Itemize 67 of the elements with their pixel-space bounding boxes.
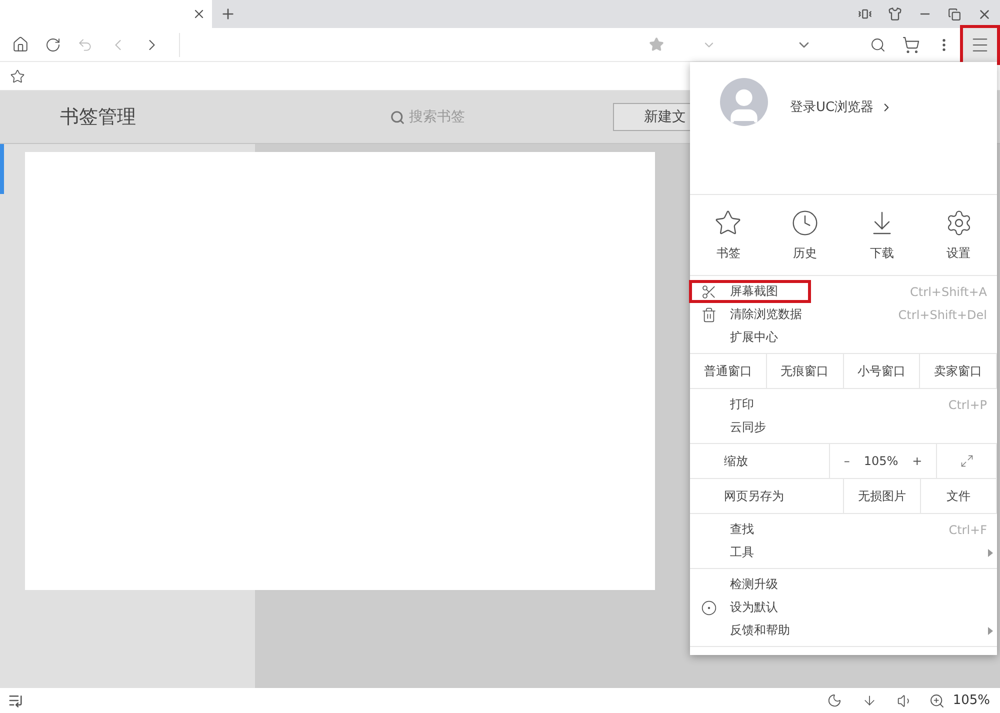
save-as-label: 网页另存为 bbox=[690, 479, 844, 513]
window-button[interactable]: 无痕窗口 bbox=[766, 354, 844, 388]
scissors-icon bbox=[701, 284, 717, 300]
quick-button[interactable]: 书签 bbox=[690, 195, 767, 275]
search-field[interactable]: 搜索书签 bbox=[409, 109, 589, 125]
menu-item-label: 设为默认 bbox=[729, 599, 779, 616]
menu-item-label: 扩展中心 bbox=[729, 329, 779, 346]
save-option-button[interactable]: 文件 bbox=[921, 479, 997, 513]
menu-button[interactable] bbox=[960, 24, 1000, 64]
menu-item-label: 云同步 bbox=[729, 419, 767, 436]
vibrate-icon[interactable] bbox=[858, 7, 872, 21]
cart-icon[interactable] bbox=[902, 36, 920, 54]
close-icon[interactable] bbox=[192, 7, 206, 21]
save-option-button[interactable]: 无损图片 bbox=[844, 479, 921, 513]
sidebar-toggle-icon[interactable] bbox=[8, 693, 23, 708]
quick-button[interactable]: 下载 bbox=[844, 195, 920, 275]
menu-item-label: 反馈和帮助 bbox=[729, 622, 791, 639]
shortcut-text: Ctrl+F bbox=[948, 522, 987, 536]
window-button[interactable]: 卖家窗口 bbox=[920, 354, 997, 388]
window-button[interactable]: 小号窗口 bbox=[844, 354, 920, 388]
menu-item[interactable]: 设为默认 bbox=[690, 596, 997, 619]
quick-button[interactable]: 历史 bbox=[766, 195, 844, 275]
new-tab-icon[interactable] bbox=[220, 6, 236, 22]
clock-icon bbox=[791, 208, 820, 236]
quick-button[interactable]: 设置 bbox=[920, 195, 997, 275]
expand-icon bbox=[960, 454, 974, 468]
menu-item[interactable]: 云同步 bbox=[690, 416, 997, 439]
menu-item[interactable]: 检测升级 bbox=[690, 573, 997, 596]
menu-item-label: 查找 bbox=[729, 521, 755, 538]
menu-item-label: 打印 bbox=[729, 396, 755, 413]
home-icon[interactable] bbox=[12, 36, 29, 53]
shirt-icon[interactable] bbox=[888, 7, 902, 21]
star-icon[interactable] bbox=[649, 37, 664, 52]
window-button[interactable]: 普通窗口 bbox=[690, 354, 767, 388]
star-icon[interactable] bbox=[10, 68, 25, 84]
menu-item-label: 清除浏览数据 bbox=[729, 306, 803, 323]
search-icon[interactable] bbox=[870, 36, 886, 52]
menu-item[interactable]: 屏幕截图 Ctrl+Shift+A bbox=[690, 280, 997, 303]
page-title: 书签管理 bbox=[60, 105, 137, 130]
menu-item[interactable]: 工具 bbox=[690, 541, 997, 564]
login-link[interactable]: 登录UC浏览器 bbox=[790, 98, 893, 116]
star-icon bbox=[714, 208, 742, 236]
radio-icon bbox=[701, 600, 717, 616]
menu-item-label: 检测升级 bbox=[729, 576, 779, 593]
zoom-label: 缩放 bbox=[690, 444, 830, 478]
shortcut-text: Ctrl+P bbox=[948, 398, 987, 412]
avatar-icon bbox=[720, 78, 768, 126]
shortcut-text: Ctrl+Shift+A bbox=[910, 284, 987, 298]
zoom-value: 105% bbox=[864, 454, 898, 468]
reload-icon[interactable] bbox=[45, 36, 61, 52]
zoom-in-button[interactable]: + bbox=[912, 454, 922, 468]
menu-item[interactable]: 查找 Ctrl+F bbox=[690, 518, 997, 541]
shortcut-text: Ctrl+Shift+Del bbox=[898, 308, 987, 322]
trash-icon bbox=[701, 306, 717, 322]
zoom-level: 105% bbox=[952, 693, 990, 708]
menu-item-label: 屏幕截图 bbox=[729, 283, 779, 300]
zoom-icon[interactable] bbox=[928, 692, 945, 708]
menu-item[interactable]: 反馈和帮助 bbox=[690, 619, 997, 642]
moon-icon[interactable] bbox=[826, 693, 842, 708]
zoom-out-button[interactable]: – bbox=[844, 454, 850, 468]
search-icon bbox=[390, 110, 405, 124]
menu-item-label: 工具 bbox=[729, 544, 755, 561]
menu-item[interactable]: 打印 Ctrl+P bbox=[690, 393, 997, 416]
selection-indicator bbox=[0, 144, 4, 194]
menu-item[interactable]: 清除浏览数据 Ctrl+Shift+Del bbox=[690, 303, 997, 326]
restore-icon[interactable] bbox=[948, 8, 961, 20]
menu-item[interactable]: 扩展中心 bbox=[690, 326, 997, 349]
